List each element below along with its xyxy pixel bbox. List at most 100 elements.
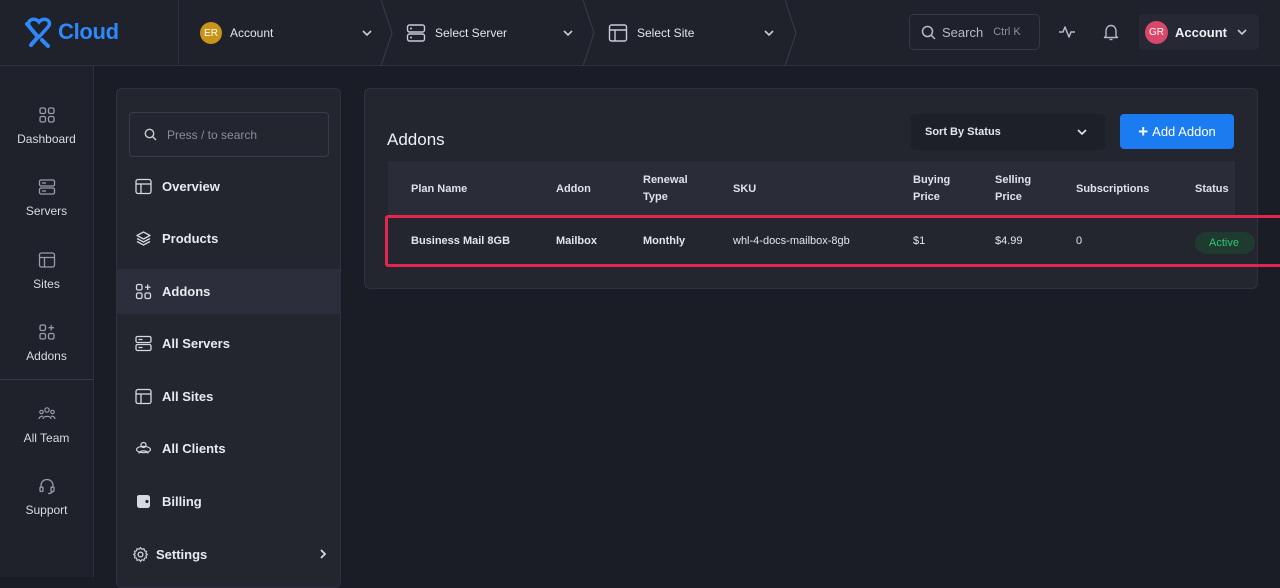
site-switcher-label: Select Site bbox=[637, 26, 695, 40]
cell-addon: Mailbox bbox=[556, 235, 597, 247]
sidebar-item-overview[interactable]: Overview bbox=[117, 164, 340, 209]
clients-icon bbox=[135, 441, 152, 454]
rail-item-servers[interactable]: Servers bbox=[0, 178, 93, 218]
sort-dropdown-label: Sort By Status bbox=[925, 126, 1001, 138]
sidebar-item-all-sites[interactable]: All Sites bbox=[117, 374, 340, 419]
cell-plan-name: Business Mail 8GB bbox=[411, 235, 511, 247]
chevron-right-icon bbox=[320, 549, 327, 559]
server-switcher[interactable]: Select Server bbox=[406, 0, 582, 66]
sidebar-item-addons[interactable]: Addons bbox=[117, 269, 340, 314]
sidebar-item-settings[interactable]: Settings bbox=[117, 532, 340, 577]
logo[interactable]: Cloud bbox=[22, 12, 119, 52]
breadcrumb-separator-icon bbox=[582, 0, 595, 66]
rail-item-support[interactable]: Support bbox=[0, 477, 93, 517]
sidebar-item-products[interactable]: Products bbox=[117, 216, 340, 261]
cell-sku: whl-4-docs-mailbox-8gb bbox=[733, 235, 850, 247]
cell-renewal-type: Monthly bbox=[643, 235, 686, 247]
secondary-sidebar: Overview Products Addons All Servers All… bbox=[116, 88, 341, 588]
cell-subscriptions: 0 bbox=[1076, 235, 1083, 247]
col-sku[interactable]: SKU bbox=[733, 181, 756, 198]
sidebar-item-label: Products bbox=[162, 231, 219, 246]
page-title: Addons bbox=[387, 130, 445, 149]
search-label: Search bbox=[942, 24, 984, 40]
add-addon-label: Add Addon bbox=[1152, 124, 1216, 139]
servers-icon bbox=[135, 335, 152, 352]
col-selling-price-line1: Selling bbox=[995, 174, 1032, 186]
rail-item-addons[interactable]: Addons bbox=[0, 323, 93, 363]
site-switcher[interactable]: Select Site bbox=[608, 0, 784, 66]
chevron-down-icon bbox=[563, 30, 573, 37]
col-renewal-type[interactable]: Renewal Type bbox=[643, 172, 688, 206]
bell-icon[interactable] bbox=[1101, 22, 1121, 42]
activity-icon[interactable] bbox=[1057, 22, 1077, 42]
search-icon bbox=[921, 25, 936, 40]
rail-item-label: Servers bbox=[25, 204, 68, 218]
servers-icon bbox=[38, 179, 55, 195]
rail-item-sites[interactable]: Sites bbox=[0, 251, 93, 291]
col-plan-name[interactable]: Plan Name bbox=[411, 181, 467, 198]
account-menu-button[interactable]: GR Account bbox=[1139, 14, 1259, 50]
col-buying-price-line2: Price bbox=[913, 191, 940, 203]
search-shortcut: Ctrl K bbox=[993, 26, 1021, 38]
global-search-button[interactable]: Search Ctrl K bbox=[909, 14, 1040, 50]
sidebar-item-all-clients[interactable]: All Clients bbox=[117, 426, 340, 471]
sidebar-item-label: Billing bbox=[162, 494, 202, 509]
col-selling-price[interactable]: Selling Price bbox=[995, 172, 1031, 206]
gear-icon bbox=[132, 546, 149, 563]
addons-icon bbox=[38, 324, 55, 340]
cell-buying-price: $1 bbox=[913, 235, 926, 247]
sidebar-item-billing[interactable]: Billing bbox=[117, 479, 340, 524]
breadcrumb-separator-icon bbox=[784, 0, 797, 66]
col-subscriptions[interactable]: Subscriptions bbox=[1076, 181, 1149, 198]
logo-text: Cloud bbox=[58, 19, 119, 44]
rail-item-label: Support bbox=[25, 503, 68, 517]
sort-dropdown[interactable]: Sort By Status bbox=[911, 114, 1105, 150]
sidebar-item-all-servers[interactable]: All Servers bbox=[117, 321, 340, 366]
team-icon bbox=[37, 407, 56, 420]
overview-icon bbox=[135, 178, 152, 195]
sidebar-item-label: Overview bbox=[162, 179, 220, 194]
server-icon bbox=[406, 24, 426, 42]
addons-table: Plan Name Addon Renewal Type SKU Buying … bbox=[388, 161, 1255, 268]
account-switcher[interactable]: ER Account bbox=[200, 0, 380, 66]
products-icon bbox=[136, 231, 151, 246]
sidebar-item-label: All Servers bbox=[162, 336, 230, 351]
sidebar-item-label: All Clients bbox=[162, 441, 226, 456]
rail-item-dashboard[interactable]: Dashboard bbox=[0, 106, 93, 146]
addons-card: Addons Sort By Status + Add Addon Plan N… bbox=[364, 88, 1258, 289]
rail-item-all-team[interactable]: All Team bbox=[0, 405, 93, 445]
rail-divider bbox=[0, 379, 93, 380]
server-switcher-label: Select Server bbox=[435, 26, 508, 40]
breadcrumb-separator-icon bbox=[380, 0, 393, 66]
col-addon[interactable]: Addon bbox=[556, 181, 591, 198]
addons-icon bbox=[135, 283, 152, 300]
sites-icon bbox=[38, 252, 55, 268]
rail-item-label: Addons bbox=[26, 349, 67, 363]
cell-selling-price: $4.99 bbox=[995, 235, 1023, 247]
rail-item-label: Dashboard bbox=[17, 132, 76, 146]
sidebar-item-label: Settings bbox=[156, 547, 208, 562]
search-icon bbox=[144, 128, 157, 141]
divider bbox=[178, 0, 179, 66]
sidebar-item-label: Addons bbox=[162, 284, 211, 299]
col-buying-price-line1: Buying bbox=[913, 174, 951, 186]
user-avatar: GR bbox=[1145, 20, 1168, 44]
col-status[interactable]: Status bbox=[1195, 181, 1229, 198]
top-bar: Cloud ER Account Select Server Select Si… bbox=[0, 0, 1280, 66]
col-buying-price[interactable]: Buying Price bbox=[913, 172, 950, 206]
rail-item-label: Sites bbox=[33, 277, 60, 291]
chevron-down-icon bbox=[1237, 29, 1247, 36]
sidebar-item-label: All Sites bbox=[162, 389, 214, 404]
cloud-logo-icon bbox=[25, 17, 52, 48]
support-icon bbox=[38, 478, 55, 495]
col-renewal-type-line1: Renewal bbox=[643, 174, 688, 186]
billing-icon bbox=[137, 495, 150, 508]
table-header: Plan Name Addon Renewal Type SKU Buying … bbox=[388, 161, 1235, 218]
add-addon-button[interactable]: + Add Addon bbox=[1120, 114, 1234, 149]
sidebar-search-box[interactable] bbox=[129, 112, 329, 157]
status-badge: Active bbox=[1195, 232, 1255, 254]
chevron-down-icon bbox=[764, 30, 774, 37]
site-icon bbox=[608, 24, 628, 42]
account-switcher-label: Account bbox=[230, 26, 274, 40]
sidebar-search-input[interactable] bbox=[167, 127, 317, 142]
